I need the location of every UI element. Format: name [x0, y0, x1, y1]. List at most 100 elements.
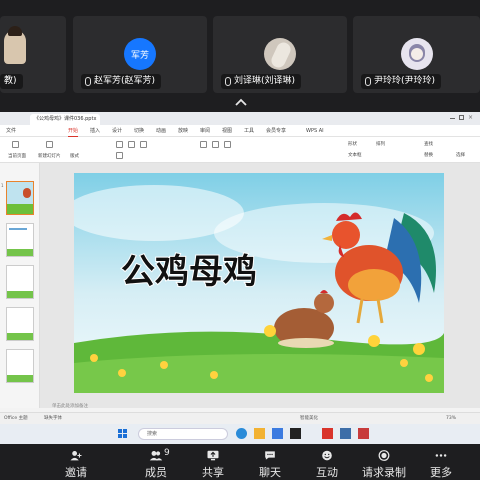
taskbar-search[interactable]: 搜索	[138, 428, 228, 440]
current-slide[interactable]: 公鸡母鸡	[74, 173, 444, 393]
paste-icon[interactable]	[12, 141, 19, 148]
mic-icon	[225, 77, 231, 86]
menu-item[interactable]: 切换	[134, 125, 144, 137]
ribbon-label[interactable]: 文本框	[348, 152, 362, 158]
menu-bar: 文件 开始 插入 设计 切换 动画 放映 审阅 视图 工具 会员专享 WPS A…	[0, 125, 480, 137]
align-center-icon[interactable]	[212, 141, 219, 148]
slide-thumbnail[interactable]	[6, 223, 34, 257]
shared-screen: 《公鸡母鸡》课件036.pptx × 文件 开始 插入 设计 切换 动画 放映 …	[0, 112, 480, 444]
members-icon	[149, 451, 163, 461]
request-record-button[interactable]: 请求录制	[356, 444, 412, 480]
meeting-toolbar: 邀请 成员 9 共享 聊天 互动 请求录制 更多	[0, 444, 480, 480]
invite-button[interactable]: 邀请	[56, 444, 96, 480]
underline-icon[interactable]	[140, 141, 147, 148]
italic-icon[interactable]	[128, 141, 135, 148]
more-icon	[435, 454, 447, 457]
interact-label: 互动	[316, 466, 338, 479]
menu-item[interactable]: 审阅	[200, 125, 210, 137]
members-button[interactable]: 成员	[136, 444, 176, 480]
chat-button[interactable]: 聊天	[250, 444, 290, 480]
participant-tile[interactable]: 教)	[0, 16, 66, 93]
document-tab[interactable]: 《公鸡母鸡》课件036.pptx	[30, 114, 101, 125]
notes-field[interactable]: 单击此处添加备注	[40, 402, 480, 412]
list-icon[interactable]	[224, 141, 231, 148]
invite-icon	[70, 451, 82, 461]
menu-item[interactable]: 会员专享	[266, 125, 286, 137]
avatar	[400, 38, 433, 70]
slide-number: 1	[1, 183, 4, 188]
slide-thumbnail[interactable]	[6, 265, 34, 299]
menu-item[interactable]: 放映	[178, 125, 188, 137]
menu-item[interactable]: 文件	[6, 125, 16, 137]
slide-title: 公鸡母鸡	[121, 252, 257, 292]
ribbon-label: 版式	[70, 154, 79, 159]
ribbon-label[interactable]: 查找	[424, 141, 433, 147]
invite-label: 邀请	[65, 466, 87, 479]
ribbon-label[interactable]: 形状	[348, 141, 357, 147]
menu-item-active[interactable]: 开始	[68, 125, 79, 137]
participant-name: 尹玲玲(尹玲玲)	[361, 74, 442, 89]
new-slide-icon[interactable]	[46, 141, 53, 148]
participant-hair	[8, 26, 22, 36]
participant-name: 教)	[0, 74, 23, 89]
wps-icon[interactable]	[322, 428, 333, 439]
slide-thumbnail[interactable]	[6, 307, 34, 341]
ribbon-label: 新建幻灯片	[38, 154, 61, 159]
app-icon[interactable]	[340, 428, 351, 439]
chat-icon	[265, 451, 275, 460]
ribbon-label: 当前页面	[8, 154, 26, 159]
interact-button[interactable]: 互动	[307, 444, 347, 480]
mic-icon	[365, 77, 371, 86]
chat-label: 聊天	[259, 466, 281, 479]
mic-icon	[85, 77, 91, 86]
start-icon[interactable]	[118, 429, 128, 439]
more-button[interactable]: 更多	[421, 444, 461, 480]
participant-tile[interactable]: 尹玲玲(尹玲玲)	[353, 16, 480, 93]
share-label: 共享	[202, 466, 224, 479]
share-icon	[207, 450, 219, 461]
record-icon	[378, 450, 390, 461]
edge-icon[interactable]	[236, 428, 247, 439]
bold-icon[interactable]	[116, 141, 123, 148]
slide-thumbnail-panel: 1	[0, 163, 40, 408]
ribbon-label[interactable]: 替换	[424, 152, 433, 158]
participant-strip: 教) 军芳 赵军芳(赵军芳) 刘译琳(刘译琳) 尹玲玲(尹玲玲)	[0, 0, 480, 110]
members-label: 成员	[145, 466, 167, 479]
chevron-up-icon[interactable]	[234, 97, 248, 107]
font-color-icon[interactable]	[116, 152, 123, 159]
avatar-text: 军芳	[130, 50, 149, 61]
slide-thumbnail[interactable]	[6, 181, 34, 215]
status-bar: Office 主题 缺失字体 智能美化 73%	[0, 412, 480, 424]
ribbon-label[interactable]: 选择	[456, 152, 465, 158]
participant-tile[interactable]: 军芳 赵军芳(赵军芳)	[73, 16, 207, 93]
record-label: 请求录制	[362, 466, 406, 479]
menu-item[interactable]: 视图	[222, 125, 232, 137]
wps-titlebar: 《公鸡母鸡》课件036.pptx ×	[0, 112, 480, 125]
meeting-window: 教) 军芳 赵军芳(赵军芳) 刘译琳(刘译琳) 尹玲玲(尹玲玲) 《公鸡母鸡》课…	[0, 0, 480, 480]
member-count-badge: 9	[164, 448, 170, 458]
slide-canvas: 公鸡母鸡	[40, 163, 480, 408]
app-icon[interactable]	[358, 428, 369, 439]
avatar	[264, 38, 296, 70]
interact-icon	[322, 450, 332, 461]
align-left-icon[interactable]	[200, 141, 207, 148]
window-controls[interactable]: ×	[450, 115, 474, 122]
windows-taskbar: 搜索	[0, 424, 480, 444]
ribbon-label[interactable]: 排列	[376, 141, 385, 147]
menu-item[interactable]: 动画	[156, 125, 166, 137]
menu-item[interactable]: 插入	[90, 125, 100, 137]
menu-item[interactable]: 设计	[112, 125, 122, 137]
participant-tile[interactable]: 刘译琳(刘译琳)	[213, 16, 347, 93]
ribbon-toolbar: 当前页面 新建幻灯片 版式 形状 排列 文本框 查找 替换 选择	[0, 137, 480, 163]
participant-name: 刘译琳(刘译琳)	[221, 74, 302, 89]
more-label: 更多	[430, 466, 452, 479]
menu-item[interactable]: 工具	[244, 125, 254, 137]
menu-item[interactable]: WPS AI	[306, 125, 324, 137]
slide-thumbnail[interactable]	[6, 349, 34, 383]
participant-name: 赵军芳(赵军芳)	[81, 74, 162, 89]
folder-icon[interactable]	[254, 428, 265, 439]
share-button[interactable]: 共享	[193, 444, 233, 480]
meeting-app-icon[interactable]	[272, 428, 283, 439]
avatar: 军芳	[124, 38, 156, 70]
app-icon[interactable]	[290, 428, 301, 439]
